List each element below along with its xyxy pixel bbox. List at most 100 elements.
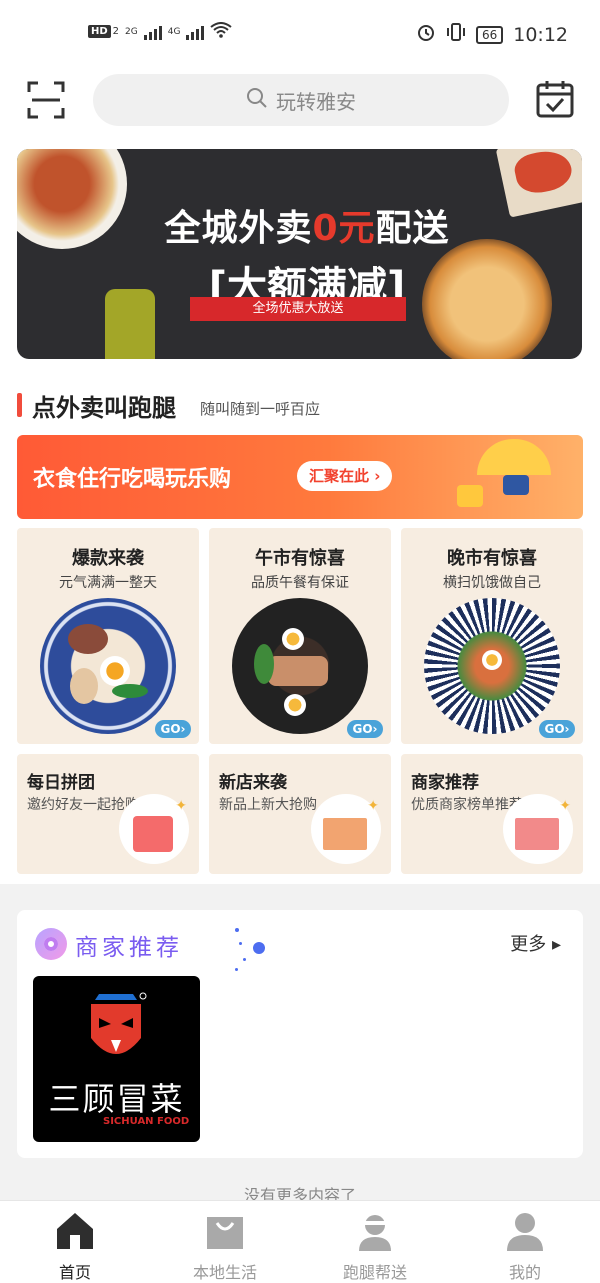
tab-label: 跑腿帮送 <box>342 1263 407 1282</box>
card-subtitle: 元气满满一整天 <box>59 575 157 591</box>
signal-icon <box>143 24 162 40</box>
salad-image <box>268 656 328 686</box>
wifi-icon <box>210 22 233 41</box>
opera-mask-icon <box>91 992 147 1054</box>
hd-badge: HD <box>88 25 111 38</box>
promo-strip-button[interactable]: 汇聚在此 › <box>297 461 393 491</box>
egg-image <box>282 628 304 650</box>
banner-headline: 全城外卖0元配送 <box>142 199 472 251</box>
food-plate-image <box>40 598 176 734</box>
banner-ribbon: 全场优惠大放送 <box>190 297 406 321</box>
sim-index: 2 <box>112 26 120 37</box>
steak-plate-image <box>17 149 127 249</box>
search-icon <box>246 87 268 114</box>
battery-level: 66 <box>475 25 504 44</box>
card-title: 晚市有惊喜 <box>447 548 537 569</box>
vibrate-icon <box>446 22 466 47</box>
card-title: 商家推荐 <box>411 773 479 793</box>
store-icon <box>323 818 367 850</box>
bottom-tab-bar: 首页 本地生活 跑腿帮送 我的 <box>0 1200 600 1283</box>
promo-strip-wrap: 衣食住行吃喝玩乐购 汇聚在此 › <box>0 432 600 522</box>
go-button[interactable]: GO› <box>347 720 383 738</box>
search-placeholder: 玩转雅安 <box>276 89 356 114</box>
target-icon <box>35 928 67 960</box>
card-hot-deals[interactable]: 爆款来袭 元气满满一整天 GO› <box>17 528 199 744</box>
banner-line1-c: 配送 <box>375 208 450 249</box>
sparkle-icon: ✦ <box>175 798 187 814</box>
more-link[interactable]: 更多 ▸ <box>510 930 561 956</box>
status-bar: HD 2 2G 4G 66 10:12 <box>0 0 600 70</box>
banner-section: 全城外卖0元配送 [大额满减] 全场优惠大放送 <box>0 136 600 376</box>
chicken-image <box>70 668 98 704</box>
lobster-image <box>495 149 582 218</box>
courier-icon <box>359 1215 391 1251</box>
egg-image <box>482 650 502 670</box>
card-new-stores[interactable]: 新店来袭 新品上新大抢购 ✦ <box>209 754 391 874</box>
promo-strip-text: 衣食住行吃喝玩乐购 <box>33 467 232 492</box>
tab-label: 我的 <box>508 1263 541 1282</box>
food-plate-image <box>232 598 368 734</box>
food-plate-image <box>424 598 560 734</box>
promo-strip[interactable]: 衣食住行吃喝玩乐购 汇聚在此 › <box>17 435 583 519</box>
card-group-buy[interactable]: 每日拼团 邀约好友一起抢购 ✦ <box>17 754 199 874</box>
search-input[interactable]: 玩转雅安 <box>93 74 509 126</box>
merchant-section-title: 商家推荐 <box>75 935 183 961</box>
card-subtitle: 邀约好友一起抢购 <box>27 797 139 813</box>
card-title: 午市有惊喜 <box>255 548 345 569</box>
card-subtitle: 优质商家榜单推荐 <box>411 797 523 813</box>
greens-image <box>254 644 274 684</box>
section-title: 点外卖叫跑腿 <box>32 394 176 422</box>
status-right: 66 10:12 <box>416 22 568 47</box>
alarm-icon <box>416 22 436 47</box>
merchant-section: 商家推荐 更多 ▸ 三顾冒菜 SICHUAN FOOD <box>17 910 583 1158</box>
promo-banner[interactable]: 全城外卖0元配送 [大额满减] 全场优惠大放送 <box>17 149 582 359</box>
go-button[interactable]: GO› <box>155 720 191 738</box>
scan-icon[interactable] <box>26 80 66 120</box>
person-illustration <box>503 475 529 495</box>
meatball-image <box>68 624 108 654</box>
tab-label: 首页 <box>58 1263 91 1282</box>
banner-line1-a: 全城外卖 <box>164 208 313 249</box>
tab-mine[interactable]: 我的 <box>450 1201 600 1283</box>
card-lunch[interactable]: 午市有惊喜 品质午餐有保证 GO› <box>209 528 391 744</box>
top-header: 玩转雅安 <box>0 70 600 136</box>
card-subtitle: 品质午餐有保证 <box>251 575 349 591</box>
calendar-check-icon[interactable] <box>535 79 575 119</box>
beans-image <box>112 684 148 698</box>
card-subtitle: 横扫饥饿做自己 <box>443 575 541 591</box>
user-icon <box>507 1213 543 1251</box>
card-title: 每日拼团 <box>27 773 95 793</box>
merchant-logo-text: 三顾冒菜 <box>48 1080 185 1118</box>
egg-image <box>100 656 130 686</box>
egg-image-2 <box>284 694 306 716</box>
sparkle-icon: ✦ <box>367 798 379 814</box>
signal-icon-2 <box>186 24 205 40</box>
category-grid: 爆款来袭 元气满满一整天 GO› 午市有惊喜 品质午餐有保证 GO› 晚市有惊喜… <box>0 522 600 884</box>
merchant-logo-subtext: SICHUAN FOOD <box>103 1116 190 1127</box>
card-title: 爆款来袭 <box>72 548 144 569</box>
umbrella-illustration <box>477 439 551 475</box>
tab-errand[interactable]: 跑腿帮送 <box>300 1201 450 1283</box>
sparkle-icon: ✦ <box>559 798 571 814</box>
merchant-logo[interactable]: 三顾冒菜 SICHUAN FOOD <box>33 976 200 1142</box>
section-header: 点外卖叫跑腿 随叫随到一呼百应 <box>0 376 600 432</box>
card-merchant-recommend[interactable]: 商家推荐 优质商家榜单推荐 ✦ <box>401 754 583 874</box>
section-subtitle: 随叫随到一呼百应 <box>200 400 321 418</box>
shopping-bag-icon <box>207 1217 243 1249</box>
card-title: 新店来袭 <box>219 773 287 793</box>
tab-local-life[interactable]: 本地生活 <box>150 1201 300 1283</box>
home-icon <box>57 1213 93 1249</box>
tab-home[interactable]: 首页 <box>0 1201 150 1283</box>
signal-label-2: 4G <box>167 26 181 37</box>
card-subtitle: 新品上新大抢购 <box>219 797 317 813</box>
signal-label-1: 2G <box>125 26 138 37</box>
card-dinner[interactable]: 晚市有惊喜 横扫饥饿做自己 GO› <box>401 528 583 744</box>
clock: 10:12 <box>513 23 568 46</box>
banner-line1-b: 0元 <box>312 208 376 249</box>
coins-illustration <box>457 485 483 507</box>
gift-icon <box>133 816 173 852</box>
section-accent-bar <box>17 393 22 417</box>
go-button[interactable]: GO› <box>539 720 575 738</box>
shop-icon <box>515 818 559 850</box>
tab-label: 本地生活 <box>192 1263 257 1282</box>
